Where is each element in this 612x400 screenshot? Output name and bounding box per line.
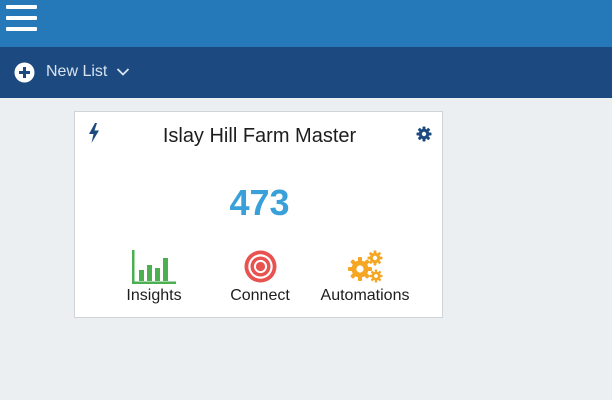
automations-label: Automations [320, 287, 410, 304]
list-card[interactable]: Islay Hill Farm Master 473 Insights Conn… [74, 111, 443, 318]
target-icon [244, 250, 277, 283]
insights-button[interactable]: Insights [119, 250, 189, 310]
gear-icon[interactable] [416, 126, 432, 142]
automations-button[interactable]: Automations [315, 250, 415, 310]
toolbar: New List [0, 47, 612, 98]
new-list-button[interactable]: New List [14, 61, 130, 83]
gears-icon [348, 250, 383, 283]
chevron-down-icon [117, 68, 130, 76]
connect-label: Connect [230, 287, 290, 304]
plus-circle-icon [14, 62, 35, 82]
new-list-label: New List [46, 63, 108, 80]
hamburger-menu-icon[interactable] [6, 5, 37, 33]
bar-chart-icon [132, 250, 176, 284]
card-title: Islay Hill Farm Master [162, 125, 357, 147]
insights-label: Insights [126, 287, 182, 304]
connect-button[interactable]: Connect [221, 250, 299, 310]
list-count: 473 [229, 182, 290, 223]
top-bar [0, 0, 612, 47]
